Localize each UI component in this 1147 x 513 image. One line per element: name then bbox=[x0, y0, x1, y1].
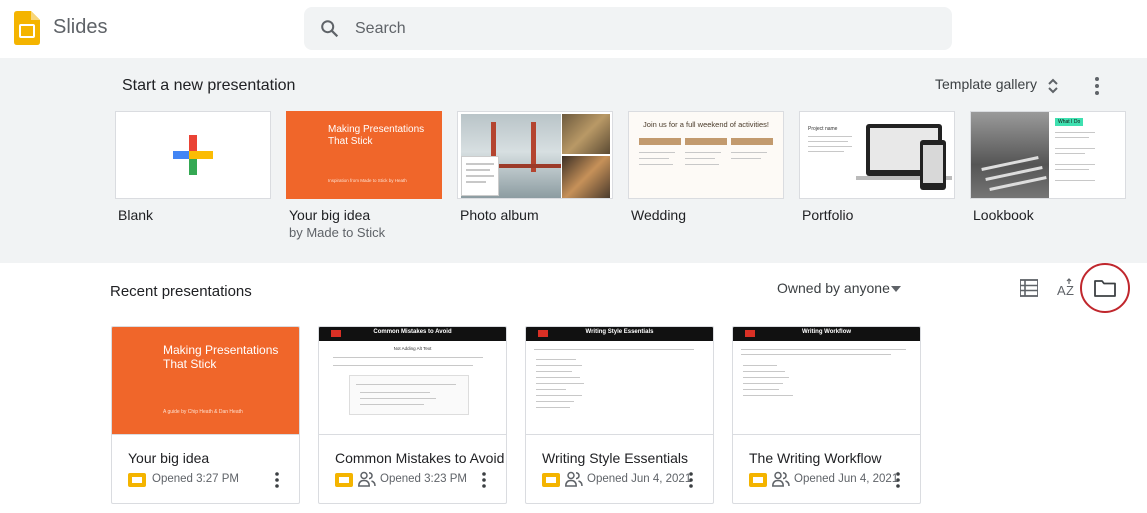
card-opened-time: Opened 3:27 PM bbox=[152, 473, 239, 485]
shared-people-icon bbox=[772, 471, 790, 487]
template-label: Blank bbox=[118, 207, 154, 223]
list-view-icon[interactable] bbox=[1020, 279, 1038, 297]
slides-file-icon bbox=[542, 473, 560, 487]
photo-table bbox=[562, 156, 610, 198]
thumb-title: Common Mistakes to Avoid bbox=[373, 329, 452, 335]
recent-card-your-big-idea[interactable]: Making Presentations That Stick A guide … bbox=[111, 326, 300, 504]
dropdown-caret-icon[interactable] bbox=[891, 286, 901, 292]
template-photo-album[interactable] bbox=[457, 111, 613, 199]
card-title[interactable]: Common Mistakes to Avoid bbox=[335, 450, 504, 466]
thumb-subtitle: Not Adding Alt Text bbox=[393, 346, 432, 351]
photo-note bbox=[461, 156, 499, 196]
thumb-caption: Inspiration from Made to Stick by Heath bbox=[328, 178, 407, 183]
thumb-title: Making Presentations That Stick bbox=[328, 124, 425, 147]
card-opened-time: Opened Jun 4, 2021 bbox=[587, 473, 692, 485]
thumb-title: Making Presentations That Stick bbox=[163, 343, 279, 371]
section-title-recent: Recent presentations bbox=[110, 283, 252, 300]
card-thumbnail[interactable]: Writing Workflow bbox=[733, 327, 920, 435]
app-title[interactable]: Slides bbox=[53, 16, 107, 39]
thumb-title: Writing Style Essentials bbox=[585, 329, 654, 335]
section-title-start: Start a new presentation bbox=[122, 77, 296, 94]
thumb-title: Writing Workflow bbox=[801, 329, 852, 335]
template-sublabel: by Made to Stick bbox=[289, 225, 386, 240]
shared-people-icon bbox=[358, 471, 376, 487]
card-title[interactable]: Writing Style Essentials bbox=[542, 450, 688, 466]
card-thumbnail[interactable]: Common Mistakes to Avoid Not Adding Alt … bbox=[319, 327, 506, 435]
recent-card-writing-workflow[interactable]: Writing Workflow The Writing Workflow Op… bbox=[732, 326, 921, 504]
more-vert-icon[interactable] bbox=[273, 471, 281, 489]
card-opened-time: Opened Jun 4, 2021 bbox=[794, 473, 899, 485]
search-icon[interactable] bbox=[319, 18, 341, 40]
template-your-big-idea[interactable]: Making Presentations That Stick Inspirat… bbox=[286, 111, 442, 199]
more-vert-icon[interactable] bbox=[1089, 75, 1105, 97]
recent-card-writing-style[interactable]: Writing Style Essentials Writing Style E… bbox=[525, 326, 714, 504]
thumb-title: Project name bbox=[808, 126, 838, 132]
card-thumbnail[interactable]: Writing Style Essentials bbox=[526, 327, 713, 435]
more-vert-icon[interactable] bbox=[480, 471, 488, 489]
template-wedding[interactable]: Join us for a full weekend of activities… bbox=[628, 111, 784, 199]
search-input[interactable]: Search bbox=[355, 20, 406, 38]
template-gallery-button[interactable]: Template gallery bbox=[935, 76, 1037, 92]
card-opened-time: Opened 3:23 PM bbox=[380, 473, 467, 485]
more-vert-icon[interactable] bbox=[894, 471, 902, 489]
thumb-title: Join us for a full weekend of activities… bbox=[643, 120, 769, 129]
plus-icon bbox=[173, 135, 213, 175]
svg-text:Z: Z bbox=[1066, 283, 1074, 298]
unfold-icon[interactable] bbox=[1046, 76, 1060, 96]
shared-people-icon bbox=[565, 471, 583, 487]
template-label: Photo album bbox=[460, 207, 539, 223]
svg-text:A: A bbox=[1057, 283, 1066, 298]
sort-az-icon[interactable]: A Z bbox=[1056, 278, 1078, 300]
template-label: Wedding bbox=[631, 207, 687, 223]
slides-file-icon bbox=[335, 473, 353, 487]
template-label: Lookbook bbox=[973, 207, 1034, 223]
street-photo bbox=[971, 112, 1049, 198]
card-thumbnail[interactable]: Making Presentations That Stick A guide … bbox=[112, 327, 299, 435]
template-label: Your big idea bbox=[289, 207, 371, 223]
recent-card-common-mistakes[interactable]: Common Mistakes to Avoid Not Adding Alt … bbox=[318, 326, 507, 504]
template-lookbook[interactable]: What I Do bbox=[970, 111, 1126, 199]
template-blank[interactable] bbox=[115, 111, 271, 199]
top-bar: Slides Search bbox=[0, 0, 1147, 58]
phone-image bbox=[920, 140, 946, 190]
slides-file-icon bbox=[128, 473, 146, 487]
card-title[interactable]: The Writing Workflow bbox=[749, 450, 882, 466]
more-vert-icon[interactable] bbox=[687, 471, 695, 489]
template-portfolio[interactable]: Project name bbox=[799, 111, 955, 199]
template-label: Portfolio bbox=[802, 207, 854, 223]
highlight-annotation bbox=[1080, 263, 1130, 313]
slides-logo-icon[interactable] bbox=[14, 11, 40, 45]
slides-file-icon bbox=[749, 473, 767, 487]
thumb-title: What I Do bbox=[1055, 118, 1084, 126]
template-section: Start a new presentation Template galler… bbox=[0, 58, 1147, 263]
card-title[interactable]: Your big idea bbox=[128, 450, 209, 466]
thumb-caption: A guide by Chip Heath & Dan Heath bbox=[163, 409, 243, 415]
search-bar[interactable]: Search bbox=[304, 7, 952, 50]
owner-filter-dropdown[interactable]: Owned by anyone bbox=[777, 280, 890, 296]
photo-food bbox=[562, 114, 610, 154]
